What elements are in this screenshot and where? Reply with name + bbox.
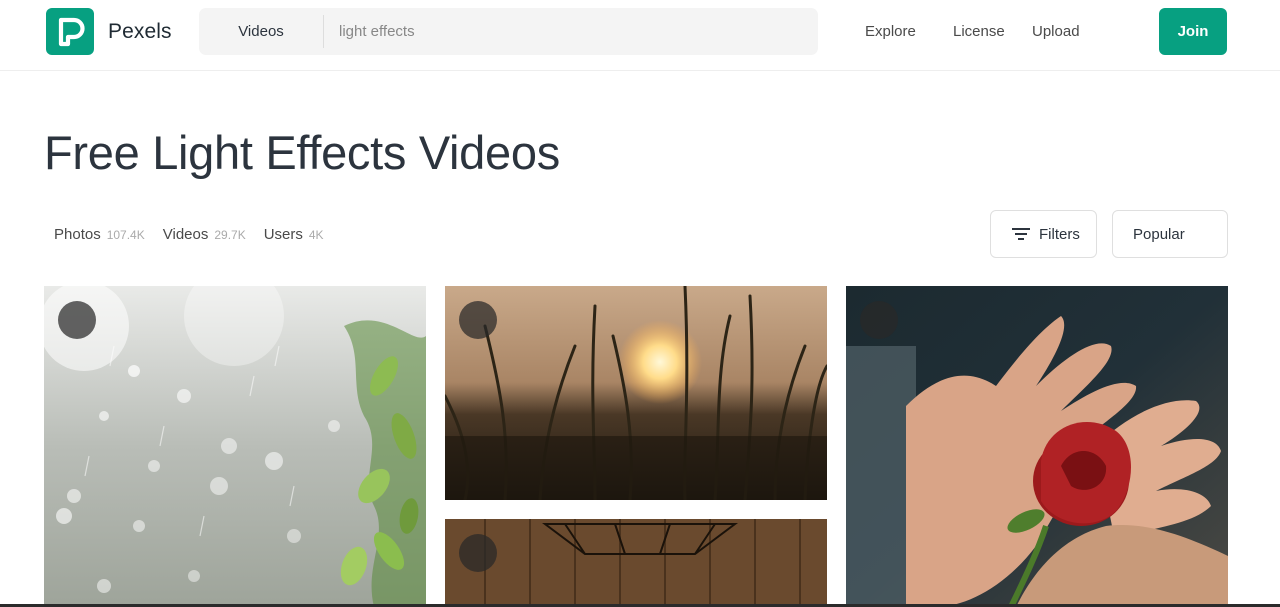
video-card-rain-bokeh[interactable] [44,286,426,607]
video-thumbnail [846,286,1228,607]
bookmark-indicator[interactable] [459,534,497,572]
video-card-grass-sunset[interactable] [445,286,827,500]
search-input[interactable] [339,8,799,55]
tab-label: Videos [162,226,209,243]
media-type-tabs: Photos 107.4K Videos 29.7K Users 4K [54,226,324,243]
brand-name[interactable]: Pexels [108,20,172,44]
bookmark-indicator[interactable] [58,301,96,339]
bookmark-indicator[interactable] [860,301,898,339]
tab-users[interactable]: Users 4K [264,226,324,243]
search-divider [323,15,324,48]
search-bar: Videos [199,8,818,55]
video-thumbnail [44,286,426,607]
tab-count: 29.7K [214,228,246,242]
tab-count: 107.4K [106,228,145,242]
video-card-hands-rose[interactable] [846,286,1228,607]
tab-label: Photos [54,226,101,243]
sort-label: Popular [1133,226,1185,243]
page-title: Free Light Effects Videos [44,126,560,179]
top-header: Pexels Videos Explore License Upload Joi… [0,0,1280,71]
filters-label: Filters [1039,226,1080,243]
join-button[interactable]: Join [1159,8,1227,55]
video-card-wood-lamp[interactable] [445,519,827,607]
nav-explore[interactable]: Explore [865,23,916,40]
tab-videos[interactable]: Videos 29.7K [163,226,246,243]
tab-label: Users [263,226,303,243]
bookmark-indicator[interactable] [459,301,497,339]
search-type-dropdown[interactable]: Videos [199,8,323,55]
filters-button[interactable]: Filters [990,210,1097,258]
video-thumbnail [445,519,827,607]
pexels-logo-icon[interactable] [46,8,94,55]
tab-photos[interactable]: Photos 107.4K [54,226,145,243]
filter-lines-icon [1012,228,1030,240]
nav-upload[interactable]: Upload [1032,23,1080,40]
sort-dropdown[interactable]: Popular [1112,210,1228,258]
nav-license[interactable]: License [953,23,1005,40]
video-thumbnail [445,286,827,500]
tab-count: 4K [308,228,324,242]
